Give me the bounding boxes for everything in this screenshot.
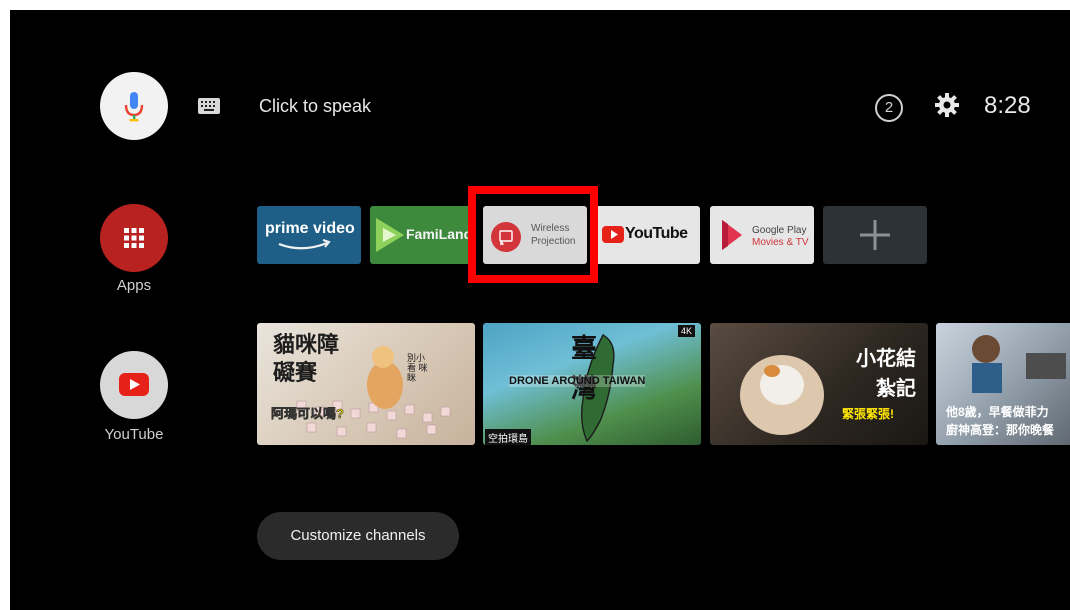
youtube-logo-text: YouTube <box>625 225 688 242</box>
thumbnail-tag: 空拍環島 <box>485 429 531 445</box>
app-tile-familand[interactable]: FamiLand <box>370 206 474 264</box>
thumbnail-caption: DRONE AROUND TAIWAN <box>509 375 646 387</box>
video-thumbnail[interactable]: 小花結紮記 緊張緊張! <box>710 323 928 445</box>
click-to-speak-label: Click to speak <box>259 96 372 116</box>
apps-button[interactable] <box>100 204 168 272</box>
thumbnail-caption: 阿瑪可以嗎? <box>271 406 345 422</box>
thumbnail-note: 別小看 咪眯 <box>407 353 428 383</box>
video-thumbnail[interactable]: 他8歲，早餐做菲力 廚神高登：那你晚餐 <box>936 323 1070 445</box>
thumbnail-title: 小花結紮記 <box>856 346 916 400</box>
thumbnail-title: 貓咪障礙賽 <box>273 332 340 386</box>
google-play-movies-logo-icon <box>722 220 742 250</box>
sidebar-item-apps-label: Apps <box>116 277 152 294</box>
settings-button[interactable] <box>934 92 960 123</box>
familand-label: FamiLand <box>406 226 473 242</box>
youtube-play-icon <box>119 373 149 396</box>
clock: 8:28 <box>984 92 1031 119</box>
sidebar-item-youtube-label: YouTube <box>104 426 164 443</box>
customize-channels-button[interactable]: Customize channels <box>257 512 459 560</box>
add-icon <box>860 220 890 250</box>
app-tile-youtube[interactable]: YouTube <box>596 206 700 264</box>
thumbnail-caption: 緊張緊張! <box>842 407 894 421</box>
thumbnail-caption: 廚神高登：那你晚餐 <box>946 423 1055 437</box>
thumbnail-title: 他8歲，早餐做菲力 <box>946 405 1049 419</box>
google-play-label: Google Play <box>752 225 807 236</box>
thumbnail-title: 臺灣 <box>571 334 598 404</box>
video-thumbnail[interactable]: 臺灣 DRONE AROUND TAIWAN 4K 空拍環島 <box>483 323 701 445</box>
add-app-tile[interactable] <box>823 206 927 264</box>
4k-badge: 4K <box>678 325 696 337</box>
smile-arrow-icon <box>278 239 331 250</box>
keyboard-icon <box>198 98 220 114</box>
app-tile-google-play-movies[interactable]: Google Play Movies & TV <box>710 206 814 264</box>
notification-count-badge[interactable]: 2 <box>875 94 903 122</box>
voice-search-button[interactable] <box>100 72 168 140</box>
movies-tv-label: Movies & TV <box>752 237 809 248</box>
video-thumbnail[interactable]: 貓咪障礙賽 別小看 咪眯 阿瑪可以嗎? <box>257 323 475 445</box>
microphone-icon <box>124 92 144 122</box>
highlight-box <box>468 186 598 283</box>
youtube-channel-button[interactable] <box>100 351 168 419</box>
app-tile-prime-video[interactable]: prime video <box>257 206 361 264</box>
keyboard-button[interactable] <box>198 98 220 119</box>
apps-grid-icon <box>124 228 144 248</box>
tv-home-screen: Click to speak 2 8:28 Apps YouTube prime… <box>10 10 1070 610</box>
gear-icon <box>935 93 959 117</box>
